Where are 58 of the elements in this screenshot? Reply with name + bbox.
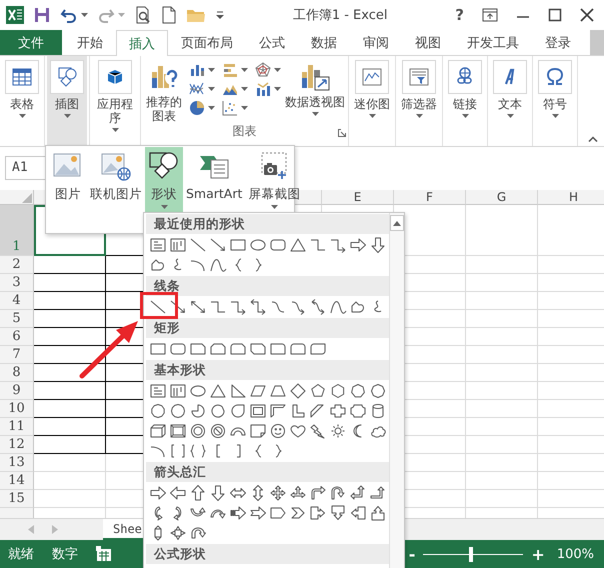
row-header[interactable]: 15 (0, 490, 34, 508)
ribbon-button[interactable]: 链接 (445, 56, 485, 146)
ribbon-button[interactable]: 符号 (535, 56, 575, 146)
recommended-charts-button[interactable]: 推荐的图表 (141, 56, 187, 123)
zoom-level: 100% (556, 546, 594, 562)
ribbon-tab[interactable]: 开始 (64, 30, 116, 55)
help-button[interactable]: ? (455, 6, 464, 24)
menu-item[interactable]: 图片 (49, 147, 87, 203)
menu-item[interactable]: 形状 (145, 147, 183, 213)
row-header[interactable]: 10 (0, 400, 34, 418)
ribbon-tab[interactable]: 登录 (532, 30, 584, 55)
row-header[interactable]: 12 (0, 436, 34, 454)
section-header: 基本形状 (146, 360, 389, 380)
row-header[interactable]: 3 (0, 274, 34, 292)
ribbon-tab[interactable]: 插入 (116, 30, 168, 56)
column-header[interactable]: G (466, 190, 538, 205)
section-header: 最近使用的形状 (146, 214, 389, 234)
menu-item[interactable]: 联机图片 (87, 147, 145, 203)
ribbon-button[interactable]: 筛选器 (398, 56, 440, 146)
row-header[interactable]: 4 (0, 292, 34, 310)
row-header[interactable]: 13 (0, 454, 34, 472)
row-header[interactable]: 14 (0, 472, 34, 490)
menu-item[interactable]: 屏幕截图 (245, 147, 304, 211)
pivot-chart-button[interactable]: 数据透视图 (282, 56, 348, 116)
row-header[interactable]: 8 (0, 364, 34, 382)
section-header: 公式形状 (146, 544, 389, 564)
ribbon-tab[interactable]: 文件 (0, 30, 62, 55)
row-header[interactable]: 5 (0, 310, 34, 328)
ribbon-button[interactable]: 插图 (47, 56, 87, 146)
zoom-out-button[interactable]: - (406, 544, 418, 564)
ribbon-tab[interactable]: 公式 (246, 30, 298, 55)
ribbon-button[interactable]: 文本 (490, 56, 530, 146)
ribbon-tab[interactable]: 开发工具 (454, 30, 532, 55)
section-header: 矩形 (146, 318, 389, 338)
row-header[interactable]: 1 (0, 205, 34, 256)
column-header[interactable]: E (322, 190, 394, 205)
status-text: 数字 (52, 546, 78, 563)
group-label: 图表 (232, 123, 256, 140)
column-header[interactable]: F (394, 190, 466, 205)
row-header[interactable]: 11 (0, 418, 34, 436)
ribbon-tab[interactable]: 数据 (298, 30, 350, 55)
ribbon-button[interactable]: 表格 (2, 56, 42, 146)
ribbon-button[interactable]: 应用程序 (92, 56, 138, 146)
row-header[interactable]: 6 (0, 328, 34, 346)
ribbon-button[interactable]: 迷你图 (351, 56, 393, 146)
column-header[interactable]: H (538, 190, 604, 205)
ribbon-tab[interactable]: 页面布局 (168, 30, 246, 55)
section-header: 线条 (146, 276, 389, 296)
row-header[interactable]: 9 (0, 382, 34, 400)
row-header[interactable]: 7 (0, 346, 34, 364)
status-text: 就绪 (8, 546, 34, 563)
window-title: 工作簿1 - Excel (292, 7, 388, 24)
ribbon-tab[interactable]: 视图 (402, 30, 454, 55)
zoom-in-button[interactable]: + (529, 544, 547, 564)
section-header: 箭头总汇 (146, 462, 389, 482)
row-header[interactable]: 2 (0, 256, 34, 274)
ribbon-tab[interactable]: 审阅 (350, 30, 402, 55)
menu-item[interactable]: SmartArt (183, 147, 246, 203)
